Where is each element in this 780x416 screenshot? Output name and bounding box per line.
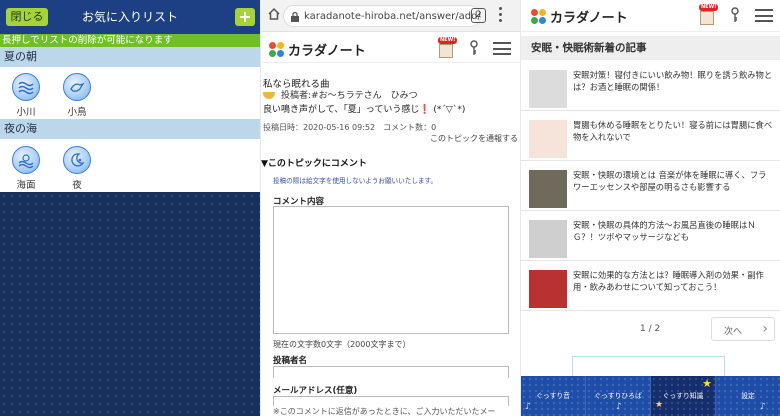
browser-toolbar: karadanote-hiroba.net/answer/add/ 2 (261, 0, 520, 32)
url-text: karadanote-hiroba.net/answer/add/ (304, 11, 481, 22)
music-note-icon: ♪ (760, 402, 766, 412)
email-input[interactable] (273, 396, 509, 406)
next-page-button[interactable]: 次へ › (711, 317, 775, 341)
article-title: 胃腸も休める睡眠をとりたい！寝る前には胃腸に食べ物を入れないで (573, 120, 773, 142)
poster-name-input[interactable] (273, 366, 509, 378)
nav-tab-sleep-forum[interactable]: ぐっすりひろば ♪ (586, 376, 651, 416)
sound-item-label: 小川 (16, 107, 36, 118)
emoji-warning: 投稿の際は絵文字を使用しないようお願いいたします。 (273, 177, 438, 185)
article-item[interactable]: 安眠・快眠の環境とは 音楽が体を睡眠に導く、フラワーエッセンスや部屋の明るさも影… (521, 161, 780, 211)
home-icon[interactable] (267, 7, 281, 21)
stream-icon (12, 73, 40, 101)
poster-name-label: 投稿者名 (273, 356, 308, 366)
article-thumbnail (529, 170, 567, 208)
site-header: カラダノート NEW! (261, 33, 520, 63)
section-night-sea: 海面 夜 (0, 139, 260, 192)
clover-icon (269, 41, 285, 58)
more-menu-icon[interactable] (499, 7, 503, 25)
page-title: お気に入りリスト (81, 10, 178, 24)
site-name: カラダノート (288, 44, 366, 59)
article-thumbnail (529, 220, 567, 258)
section-header-night-sea: 夜の海 (0, 119, 260, 139)
poster-text: 投稿者:#お～ちラテさん ひみつ (281, 91, 418, 101)
site-name: カラダノート (550, 11, 628, 26)
nav-tab-sleep-knowledge[interactable]: ★ ぐっすり知識 ★ (651, 376, 716, 416)
poster-line: 投稿者:#お～ちラテさん ひみつ (263, 88, 418, 101)
new-houses-icon[interactable]: NEW! (438, 37, 458, 58)
section-title: 安眠・快眠術新着の記事 (521, 36, 780, 60)
email-label: メールアドレス(任意) (273, 386, 358, 396)
site-header: カラダノート NEW! (521, 0, 780, 32)
new-houses-icon[interactable]: NEW! (699, 4, 719, 25)
article-item[interactable]: 胃腸も休める睡眠をとりたい！寝る前には胃腸に食べ物を入れないで (521, 111, 780, 161)
add-button[interactable]: + (235, 8, 255, 26)
section-summer-morning: 小川 小鳥 (0, 67, 260, 119)
next-label: 次へ (724, 327, 743, 337)
hamburger-menu-icon[interactable] (755, 9, 773, 22)
key-icon[interactable] (730, 7, 740, 23)
pagination: 1 / 2 次へ › (521, 312, 780, 348)
nav-label: ぐっすり音 (536, 392, 570, 400)
chevron-right-icon: › (762, 321, 768, 337)
report-topic-link[interactable]: このトピックを通報する (430, 133, 518, 144)
sound-item-night[interactable]: 夜 (55, 146, 99, 191)
section-header-summer-morning: 夏の朝 (0, 47, 260, 67)
article-title: 安眠・快眠の具体的方法～お風呂直後の睡眠はＮＧ？！ツボやマッサージなども (573, 220, 756, 242)
address-bar[interactable]: karadanote-hiroba.net/answer/add/ (283, 5, 481, 27)
article-title: 安眠対策！寝付きにいい飲み物！眠りを誘う飲み物とは？お酒と睡眠の関係！ (573, 70, 773, 92)
sound-item-sea[interactable]: 海面 (4, 146, 48, 191)
article-item[interactable]: 安眠に効果的な方法とは？睡眠導入剤の効果・副作用・飲みあわせについて知っておこう… (521, 261, 780, 311)
sound-item-label: 海面 (16, 180, 36, 191)
article-title: 安眠・快眠の環境とは 音楽が体を睡眠に導く、フラワーエッセンスや部屋の明るさも影… (573, 170, 767, 192)
sound-item-stream[interactable]: 小川 (4, 73, 48, 118)
music-note-icon: ♪ (616, 402, 622, 412)
nav-tab-sleep-sounds[interactable]: ぐっすり音 ♪ (521, 376, 586, 416)
comment-section-heading: ▼このトピックにコメント (261, 159, 367, 169)
dotted-background (0, 192, 260, 416)
sea-icon (12, 146, 40, 174)
article-thumbnail (529, 70, 567, 108)
comment-textarea[interactable] (273, 206, 509, 334)
music-note-icon: ♪ (525, 402, 531, 412)
sound-item-label: 夜 (72, 180, 82, 191)
sound-item-label: 小鳥 (67, 107, 87, 118)
nav-label: ぐっすり知識 (662, 392, 704, 400)
article-title: 安眠に効果的な方法とは？睡眠導入剤の効果・副作用・飲みあわせについて知っておこう… (573, 270, 764, 292)
bottom-nav: ぐっすり音 ♪ ぐっすりひろば ♪ ★ ぐっすり知識 ★ 設定 ♪ (521, 376, 780, 416)
new-badge: NEW! (438, 37, 458, 44)
post-body: 良い鳴き声がして、「夏」っていう感じ❗ (*´▽`*) (263, 105, 466, 115)
articles-panel: カラダノート NEW! 安眠・快眠術新着の記事 安眠対策！寝付きにいい飲み物！眠… (520, 0, 780, 416)
nav-tab-settings[interactable]: 設定 ♪ (716, 376, 780, 416)
article-item[interactable]: 安眠・快眠の具体的方法～お風呂直後の睡眠はＮＧ？！ツボやマッサージなども (521, 211, 780, 261)
post-meta: 投稿日時：2020-05-16 09:52 コメント数：0 (263, 123, 437, 132)
bowl-icon (263, 92, 275, 99)
bird-icon (63, 73, 91, 101)
key-icon[interactable] (469, 40, 479, 56)
article-thumbnail (529, 270, 567, 308)
delete-hint-banner: 長押しでリストの削除が可能になります (0, 34, 260, 47)
lock-icon (291, 11, 299, 22)
clover-icon (531, 8, 547, 25)
article-thumbnail (529, 120, 567, 158)
site-logo[interactable]: カラダノート (531, 7, 628, 26)
email-note: ※このコメントに返信があったときに、ご入力いただいたメー (273, 407, 496, 416)
article-item[interactable]: 安眠対策！寝付きにいい飲み物！眠りを誘う飲み物とは？お酒と睡眠の関係！ (521, 61, 780, 111)
sound-item-bird[interactable]: 小鳥 (55, 73, 99, 118)
moon-icon (63, 146, 91, 174)
site-logo[interactable]: カラダノート (269, 40, 366, 59)
tab-count-button[interactable]: 2 (471, 8, 486, 23)
new-badge: NEW! (699, 4, 719, 11)
close-button[interactable]: 閉じる (6, 8, 48, 26)
ad-frame (572, 356, 725, 376)
favorites-header: 閉じる お気に入りリスト + (0, 0, 260, 34)
comment-form-panel: karadanote-hiroba.net/answer/add/ 2 カラダノ… (260, 0, 520, 416)
nav-label: 設定 (741, 392, 755, 400)
hamburger-menu-icon[interactable] (493, 42, 511, 55)
page-indicator: 1 / 2 (640, 324, 661, 334)
star-small-icon: ★ (655, 400, 664, 410)
nav-label: ぐっすりひろば (594, 392, 642, 400)
favorites-panel: 閉じる お気に入りリスト + 長押しでリストの削除が可能になります 夏の朝 小川… (0, 0, 260, 416)
star-icon: ★ (702, 377, 712, 390)
char-count: 現在の文字数0文字（2000文字まで） (273, 340, 411, 349)
